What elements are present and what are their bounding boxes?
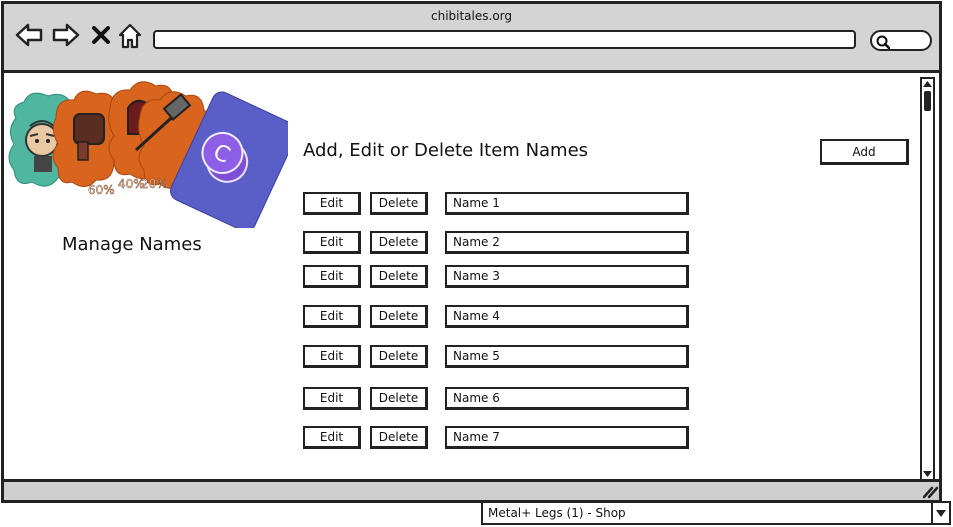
window-title: chibitales.org: [430, 9, 512, 23]
delete-button[interactable]: Delete: [370, 265, 428, 288]
edit-button[interactable]: Edit: [303, 265, 361, 288]
manage-names-label: Manage Names: [62, 234, 202, 255]
chevron-down-icon: [936, 510, 946, 517]
search-icon: [876, 35, 890, 49]
scroll-down-icon[interactable]: [923, 470, 932, 478]
scroll-thumb[interactable]: [924, 91, 931, 111]
name-field[interactable]: Name 6: [445, 387, 689, 410]
resize-grip-icon[interactable]: [922, 485, 940, 499]
forward-arrow-icon[interactable]: [51, 22, 81, 48]
logo-badge: 60%: [88, 183, 115, 197]
vertical-scrollbar[interactable]: [920, 77, 935, 481]
edit-button[interactable]: Edit: [303, 192, 361, 215]
edit-button[interactable]: Edit: [303, 231, 361, 254]
delete-button[interactable]: Delete: [370, 387, 428, 410]
name-field[interactable]: Name 3: [445, 265, 689, 288]
search-box[interactable]: [870, 30, 932, 51]
delete-button[interactable]: Delete: [370, 426, 428, 449]
dropdown-value: Metal+ Legs (1) - Shop: [488, 506, 626, 520]
name-field[interactable]: Name 2: [445, 231, 689, 254]
name-field[interactable]: Name 7: [445, 426, 689, 449]
status-bar: [1, 479, 942, 503]
close-icon[interactable]: [91, 25, 111, 45]
home-icon[interactable]: [117, 22, 143, 50]
delete-button[interactable]: Delete: [370, 192, 428, 215]
dropdown-toggle[interactable]: [931, 503, 949, 523]
name-field[interactable]: Name 1: [445, 192, 689, 215]
logo-badge: 20%: [141, 177, 168, 191]
name-field[interactable]: Name 5: [445, 345, 689, 368]
page-selector-dropdown[interactable]: Metal+ Legs (1) - Shop: [481, 501, 951, 525]
address-bar[interactable]: [153, 30, 856, 49]
add-button[interactable]: Add: [820, 139, 909, 165]
edit-button[interactable]: Edit: [303, 345, 361, 368]
scroll-up-icon[interactable]: [923, 80, 932, 88]
back-arrow-icon[interactable]: [14, 22, 44, 48]
edit-button[interactable]: Edit: [303, 426, 361, 449]
name-field[interactable]: Name 4: [445, 305, 689, 328]
chibitales-logo: 60% 40% 20% C: [8, 81, 288, 228]
edit-button[interactable]: Edit: [303, 387, 361, 410]
edit-button[interactable]: Edit: [303, 305, 361, 328]
delete-button[interactable]: Delete: [370, 231, 428, 254]
delete-button[interactable]: Delete: [370, 345, 428, 368]
delete-button[interactable]: Delete: [370, 305, 428, 328]
page-heading: Add, Edit or Delete Item Names: [303, 140, 589, 161]
